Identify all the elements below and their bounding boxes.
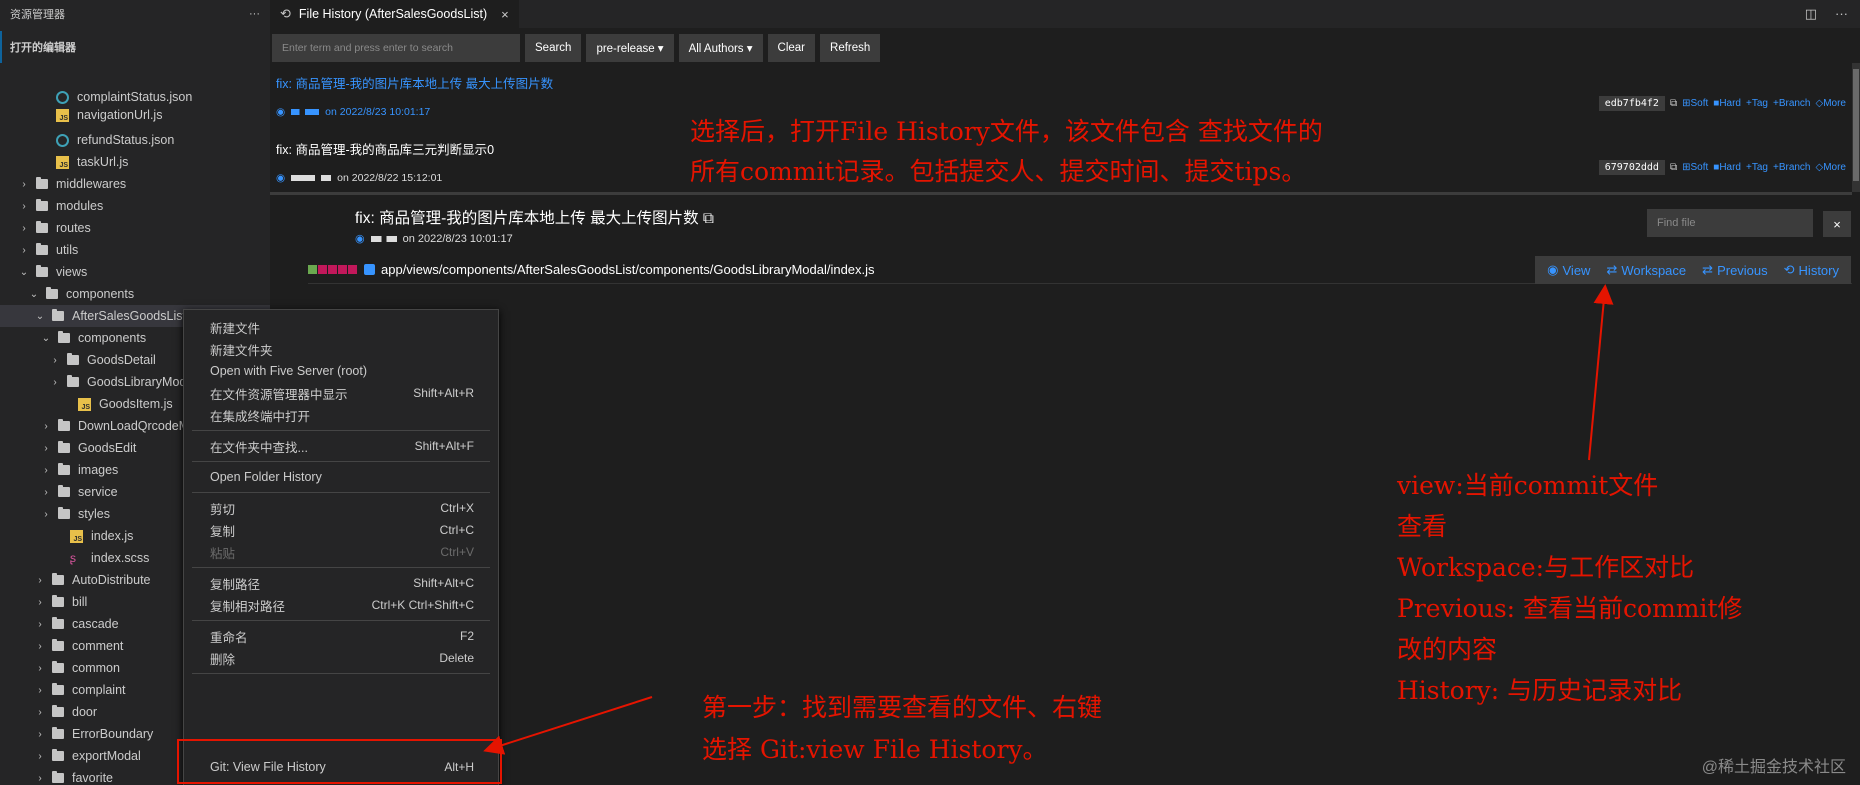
watermark: @稀土掘金技术社区 <box>1701 759 1846 776</box>
annotation-arrows <box>483 284 1614 755</box>
arrow-to-workspace <box>1588 284 1614 461</box>
arrow-to-git-history <box>483 696 653 755</box>
